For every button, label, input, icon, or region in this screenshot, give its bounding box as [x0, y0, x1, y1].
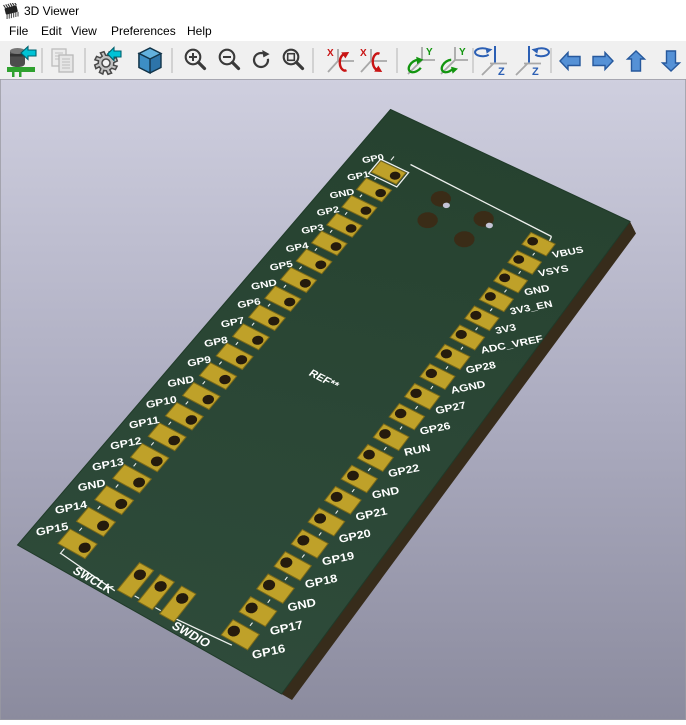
svg-text:X: X — [327, 48, 334, 59]
svg-text:Z: Z — [498, 66, 505, 78]
svg-text:Z: Z — [532, 66, 539, 78]
svg-text:Y: Y — [426, 47, 433, 58]
svg-text:X: X — [360, 48, 367, 59]
svg-text:Y: Y — [459, 47, 466, 58]
